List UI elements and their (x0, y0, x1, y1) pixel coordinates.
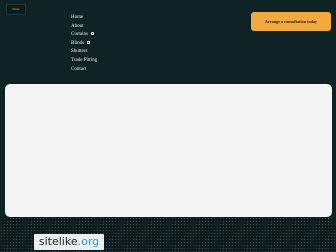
watermark-tld: .org (77, 235, 100, 248)
main-nav: Home About Curtains Blinds Shutters Trad… (71, 14, 97, 74)
site-header: Ross Home About Curtains Blinds Shutters… (0, 0, 336, 78)
nav-item-shutters[interactable]: Shutters (71, 48, 97, 57)
nav-item-contact[interactable]: Contact (71, 66, 97, 75)
nav-item-label: Blinds (71, 40, 85, 46)
chevron-down-icon[interactable] (87, 40, 91, 44)
hero-panel (5, 84, 332, 217)
nav-item-blinds[interactable]: Blinds (71, 40, 97, 49)
sitelike-watermark: sitelike.org (34, 234, 104, 250)
chevron-down-icon[interactable] (90, 32, 94, 36)
nav-item-label: Home (71, 15, 84, 20)
nav-item-curtains[interactable]: Curtains (71, 31, 97, 40)
site-logo[interactable]: Ross (6, 4, 26, 15)
nav-item-label: Contact (71, 66, 87, 72)
nav-item-label: Trade Fitting (71, 57, 98, 63)
arrange-consultation-button[interactable]: Arrange a consultation today (251, 12, 331, 31)
nav-item-label: Shutters (71, 49, 88, 55)
nav-item-about[interactable]: About (71, 23, 97, 32)
nav-item-label: About (71, 23, 84, 29)
nav-item-trade-fitting[interactable]: Trade Fitting (71, 57, 97, 66)
nav-item-label: Curtains (71, 32, 88, 38)
watermark-main: sitelike (38, 235, 78, 248)
nav-item-home[interactable]: Home (71, 14, 97, 23)
